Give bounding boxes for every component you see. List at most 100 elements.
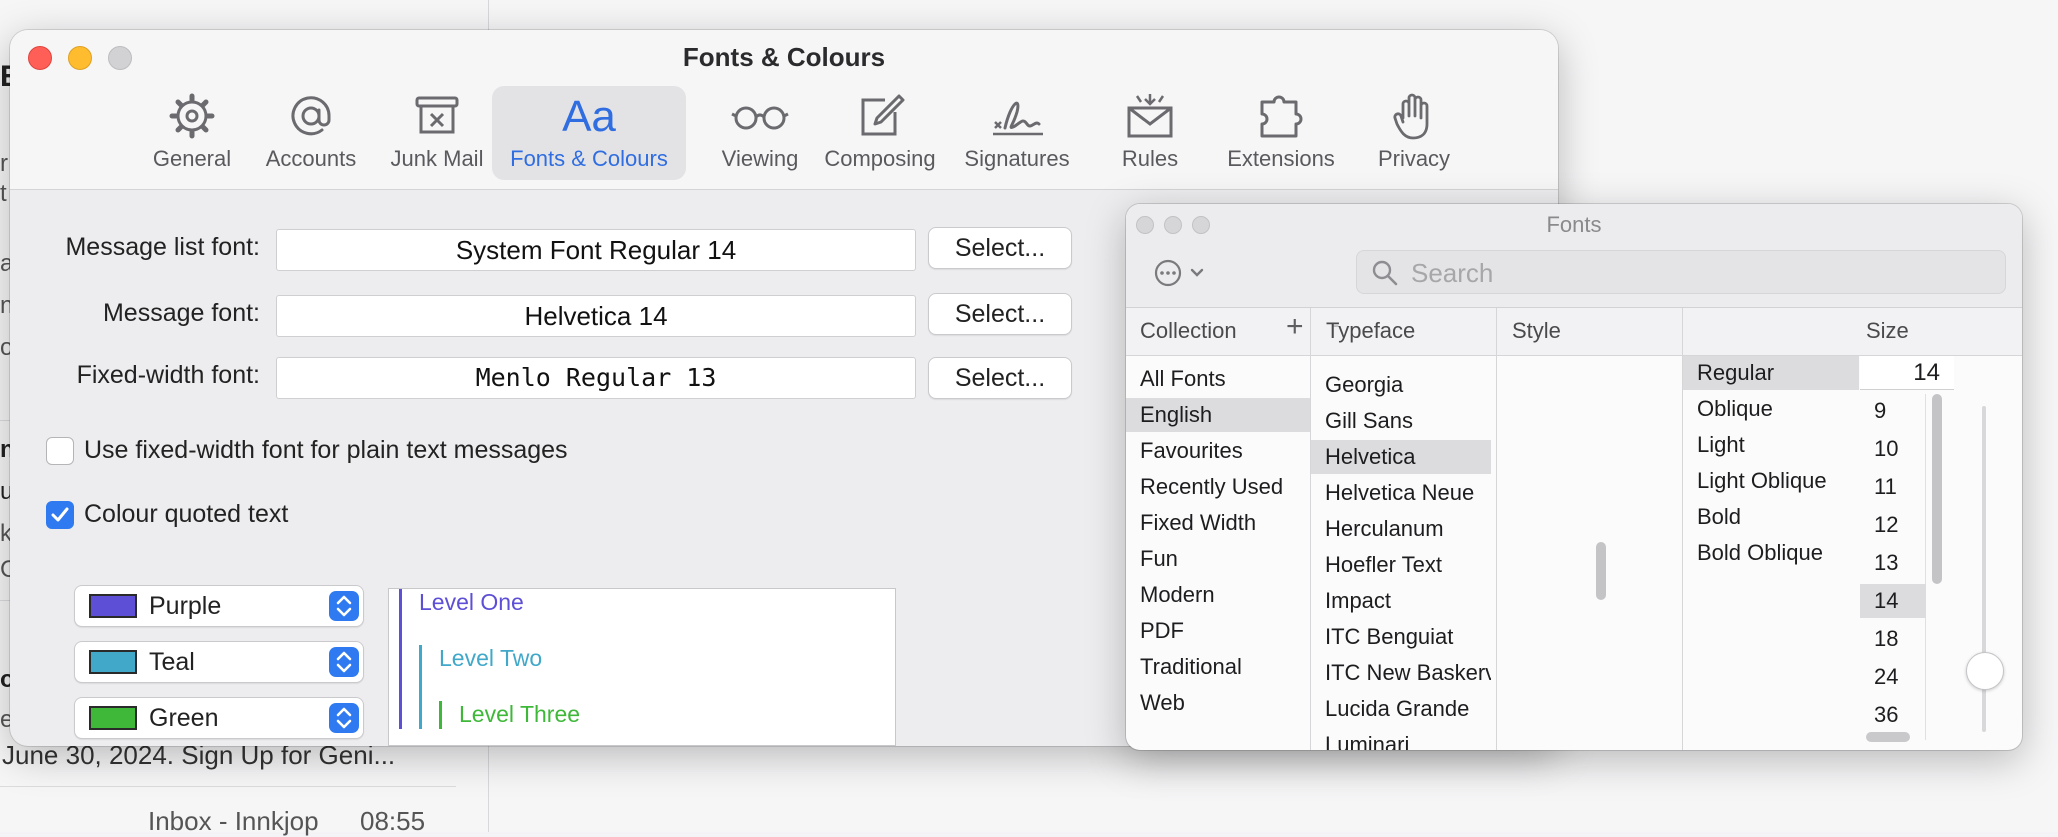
style-item[interactable]: Bold — [1683, 500, 1859, 534]
bg-divider-line — [0, 786, 456, 787]
size-horizontal-scrollbar[interactable] — [1866, 732, 1910, 742]
message-list-font-label: Message list font: — [65, 233, 260, 261]
message-font-label: Message font: — [102, 299, 260, 327]
size-item[interactable]: 24 — [1860, 660, 1926, 694]
message-list-font-field: System Font Regular 14 — [276, 229, 916, 271]
checkmark-icon — [51, 507, 69, 522]
style-item[interactable]: Light — [1683, 428, 1859, 462]
preferences-toolbar: Fonts & Colours General Accounts Junk Ma… — [10, 30, 1558, 190]
tab-fonts-colours[interactable]: Aa Fonts & Colours — [492, 86, 686, 180]
size-slider-knob[interactable] — [1966, 652, 2004, 690]
collection-item[interactable]: Recently Used — [1126, 470, 1310, 504]
style-item-selected[interactable]: Regular — [1683, 356, 1859, 390]
fixed-width-font-select-button[interactable]: Select... — [928, 357, 1072, 399]
typeface-scrollbar[interactable] — [1596, 542, 1606, 600]
tab-signatures[interactable]: Signatures — [950, 86, 1084, 180]
chevron-updown-icon — [329, 703, 359, 733]
size-item[interactable]: 11 — [1860, 470, 1926, 504]
at-icon — [291, 96, 331, 136]
tab-privacy[interactable]: Privacy — [1348, 86, 1480, 180]
level-three-bar — [439, 701, 442, 729]
size-item[interactable]: 18 — [1860, 622, 1926, 656]
typeface-item[interactable]: ITC New Baskervil — [1311, 656, 1491, 690]
tab-composing[interactable]: Composing — [810, 86, 950, 180]
collection-item-selected[interactable]: English — [1126, 398, 1310, 432]
tab-rules[interactable]: Rules — [1100, 86, 1200, 180]
fixed-width-plain-text-checkbox[interactable] — [46, 437, 74, 465]
size-item[interactable]: 9 — [1860, 394, 1926, 428]
typeface-item[interactable]: ITC Benguiat — [1311, 620, 1491, 654]
collection-item[interactable]: Favourites — [1126, 434, 1310, 468]
colour-quoted-text-label: Colour quoted text — [84, 500, 289, 528]
collection-item[interactable]: Modern — [1126, 578, 1310, 612]
collection-item[interactable]: Traditional — [1126, 650, 1310, 684]
popup-label: Teal — [149, 648, 195, 676]
fonts-search-input[interactable]: Search — [1356, 250, 2006, 294]
search-placeholder: Search — [1411, 258, 1494, 288]
popup-label: Green — [149, 704, 219, 732]
signature-icon — [993, 101, 1043, 136]
tab-label: Viewing — [721, 146, 799, 171]
level-two-colour-popup[interactable]: Teal — [74, 641, 364, 683]
glasses-icon — [731, 106, 789, 130]
typeface-item-selected[interactable]: Helvetica — [1311, 440, 1491, 474]
hand-icon — [1393, 93, 1429, 140]
level-three-colour-popup[interactable]: Green — [74, 697, 364, 739]
tab-general[interactable]: General — [138, 86, 246, 180]
collection-item[interactable]: All Fonts — [1126, 362, 1310, 396]
level-three-text: Level Three — [459, 701, 581, 727]
column-separator — [1496, 308, 1497, 750]
collection-item[interactable]: Fixed Width — [1126, 506, 1310, 540]
bg-fragment: r — [0, 150, 8, 177]
tab-label: Composing — [824, 146, 936, 171]
typeface-item[interactable]: Impact — [1311, 584, 1491, 618]
message-list-font-select-button[interactable]: Select... — [928, 227, 1072, 269]
style-item[interactable]: Oblique — [1683, 392, 1859, 426]
size-list: 9 10 11 12 13 14 18 24 36 — [1860, 394, 1926, 740]
tab-label: Junk Mail — [390, 146, 484, 171]
junk-mail-icon — [415, 96, 459, 134]
size-item[interactable]: 10 — [1860, 432, 1926, 466]
fixed-width-font-label: Fixed-width font: — [76, 361, 260, 389]
typeface-item[interactable]: Georgia — [1311, 368, 1491, 402]
size-list-scrollbar[interactable] — [1932, 394, 1942, 584]
window-title: Fonts & Colours — [682, 42, 886, 72]
message-font-select-button[interactable]: Select... — [928, 293, 1072, 335]
typeface-item[interactable]: Helvetica Neue — [1311, 476, 1491, 510]
fonts-panel-title: Fonts — [1546, 212, 1602, 237]
gear-icon — [169, 93, 215, 139]
level-one-colour-popup[interactable]: Purple — [74, 585, 364, 627]
typeface-item[interactable]: Luminari — [1311, 728, 1491, 750]
style-item[interactable]: Bold Oblique — [1683, 536, 1859, 570]
collection-item[interactable]: PDF — [1126, 614, 1310, 648]
size-item[interactable]: 13 — [1860, 546, 1926, 580]
style-header: Style — [1512, 318, 1561, 343]
size-input[interactable]: 14 — [1860, 356, 1954, 390]
green-swatch — [89, 706, 137, 730]
level-one-text: Level One — [419, 589, 524, 615]
typeface-item[interactable]: Lucida Grande — [1311, 692, 1491, 726]
size-item[interactable]: 12 — [1860, 508, 1926, 542]
tab-label: General — [152, 146, 232, 171]
level-two-bar — [419, 645, 422, 729]
tab-viewing[interactable]: Viewing — [700, 86, 820, 180]
size-item[interactable]: 36 — [1860, 698, 1926, 732]
style-item[interactable]: Light Oblique — [1683, 464, 1859, 498]
teal-swatch — [89, 650, 137, 674]
quote-colour-preview: Level One Level Two Level Three — [388, 588, 896, 746]
tab-accounts[interactable]: Accounts — [250, 86, 372, 180]
tab-label: Rules — [1121, 146, 1179, 171]
typeface-item[interactable]: Hoefler Text — [1311, 548, 1491, 582]
tab-label: Extensions — [1227, 146, 1335, 171]
tab-extensions[interactable]: Extensions — [1206, 86, 1356, 180]
size-header: Size — [1866, 318, 1909, 343]
fonts-action-menu-button[interactable] — [1152, 256, 1216, 290]
collection-item[interactable]: Web — [1126, 686, 1310, 720]
typeface-item[interactable]: Herculanum — [1311, 512, 1491, 546]
collection-item[interactable]: Fun — [1126, 542, 1310, 576]
add-collection-button[interactable]: + — [1286, 310, 1304, 344]
typeface-item[interactable]: Gill Sans — [1311, 404, 1491, 438]
size-item-selected[interactable]: 14 — [1860, 584, 1926, 618]
colour-quoted-text-checkbox[interactable] — [46, 501, 74, 529]
tab-junk-mail[interactable]: Junk Mail — [372, 86, 502, 180]
